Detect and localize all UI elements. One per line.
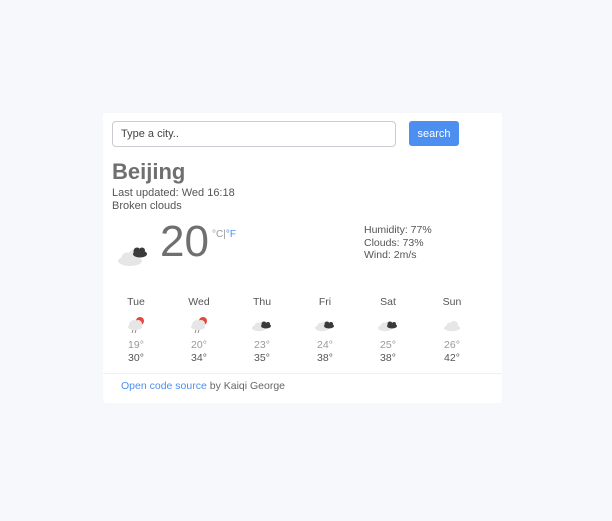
forecast-low: 23° — [254, 339, 270, 351]
weather-details: Humidity: 77% Clouds: 73% Wind: 2m/s — [364, 224, 432, 262]
weather-card: search Beijing Last updated: Wed 16:18 B… — [103, 113, 502, 403]
forecast-day-name: Sat — [380, 296, 396, 308]
forecast-day-name: Thu — [252, 296, 272, 308]
forecast-day-name: Sun — [442, 296, 462, 308]
footer: Open code source by Kaiqi George — [121, 380, 285, 392]
forecast-high: 38° — [380, 352, 396, 364]
clouds: Clouds: 73% — [364, 236, 424, 249]
forecast-low: 26° — [444, 339, 460, 351]
forecast-day-name: Wed — [188, 296, 210, 308]
forecast-day-name: Tue — [127, 296, 145, 308]
forecast-day-name: Fri — [318, 296, 332, 308]
broken-clouds-icon — [118, 247, 147, 266]
broken-clouds-icon — [252, 321, 271, 332]
current-temperature: 20 — [160, 217, 209, 266]
forecast-low: 25° — [380, 339, 396, 351]
forecast-low: 19° — [128, 339, 144, 351]
forecast-low: 24° — [317, 339, 333, 351]
celsius-toggle[interactable]: °C — [212, 229, 223, 240]
footer-divider — [103, 373, 502, 374]
forecast: Tue 19° 30° Wed 20° 34° Thu 23° 35° Fri … — [112, 296, 494, 371]
forecast-day: Fri 24° 38° — [300, 296, 350, 364]
forecast-day: Wed 20° 34° — [174, 296, 224, 364]
unit-switch: °C|°F — [212, 229, 236, 240]
city-search-input[interactable] — [112, 121, 396, 147]
forecast-high: 42° — [444, 352, 460, 364]
broken-clouds-icon — [315, 321, 334, 332]
forecast-high: 34° — [191, 352, 207, 364]
fahrenheit-toggle[interactable]: °F — [226, 229, 236, 240]
humidity: Humidity: 77% — [364, 224, 432, 236]
footer-author: by Kaiqi George — [206, 380, 286, 392]
cloud-icon — [444, 321, 460, 332]
wind: Wind: 2m/s — [364, 249, 417, 261]
forecast-high: 35° — [254, 352, 270, 364]
forecast-day: Thu 23° 35° — [237, 296, 287, 364]
forecast-day: Sat 25° 38° — [363, 296, 413, 364]
light-rain-sun-icon — [191, 317, 207, 334]
search-button[interactable]: search — [409, 121, 459, 146]
forecast-high: 38° — [317, 352, 333, 364]
broken-clouds-icon — [378, 321, 397, 332]
light-rain-sun-icon — [128, 317, 144, 334]
open-code-source-link[interactable]: Open code source — [121, 380, 207, 392]
city-name: Beijing — [112, 159, 186, 184]
search-bar: search — [112, 121, 494, 149]
last-updated: Last updated: Wed 16:18 — [112, 187, 235, 199]
forecast-day: Sun 26° 42° — [427, 296, 477, 364]
forecast-low: 20° — [191, 339, 207, 351]
weather-card-body: search Beijing Last updated: Wed 16:18 B… — [112, 121, 494, 374]
forecast-high: 30° — [128, 352, 144, 364]
forecast-day: Tue 19° 30° — [111, 296, 161, 364]
weather-description: Broken clouds — [112, 200, 182, 212]
